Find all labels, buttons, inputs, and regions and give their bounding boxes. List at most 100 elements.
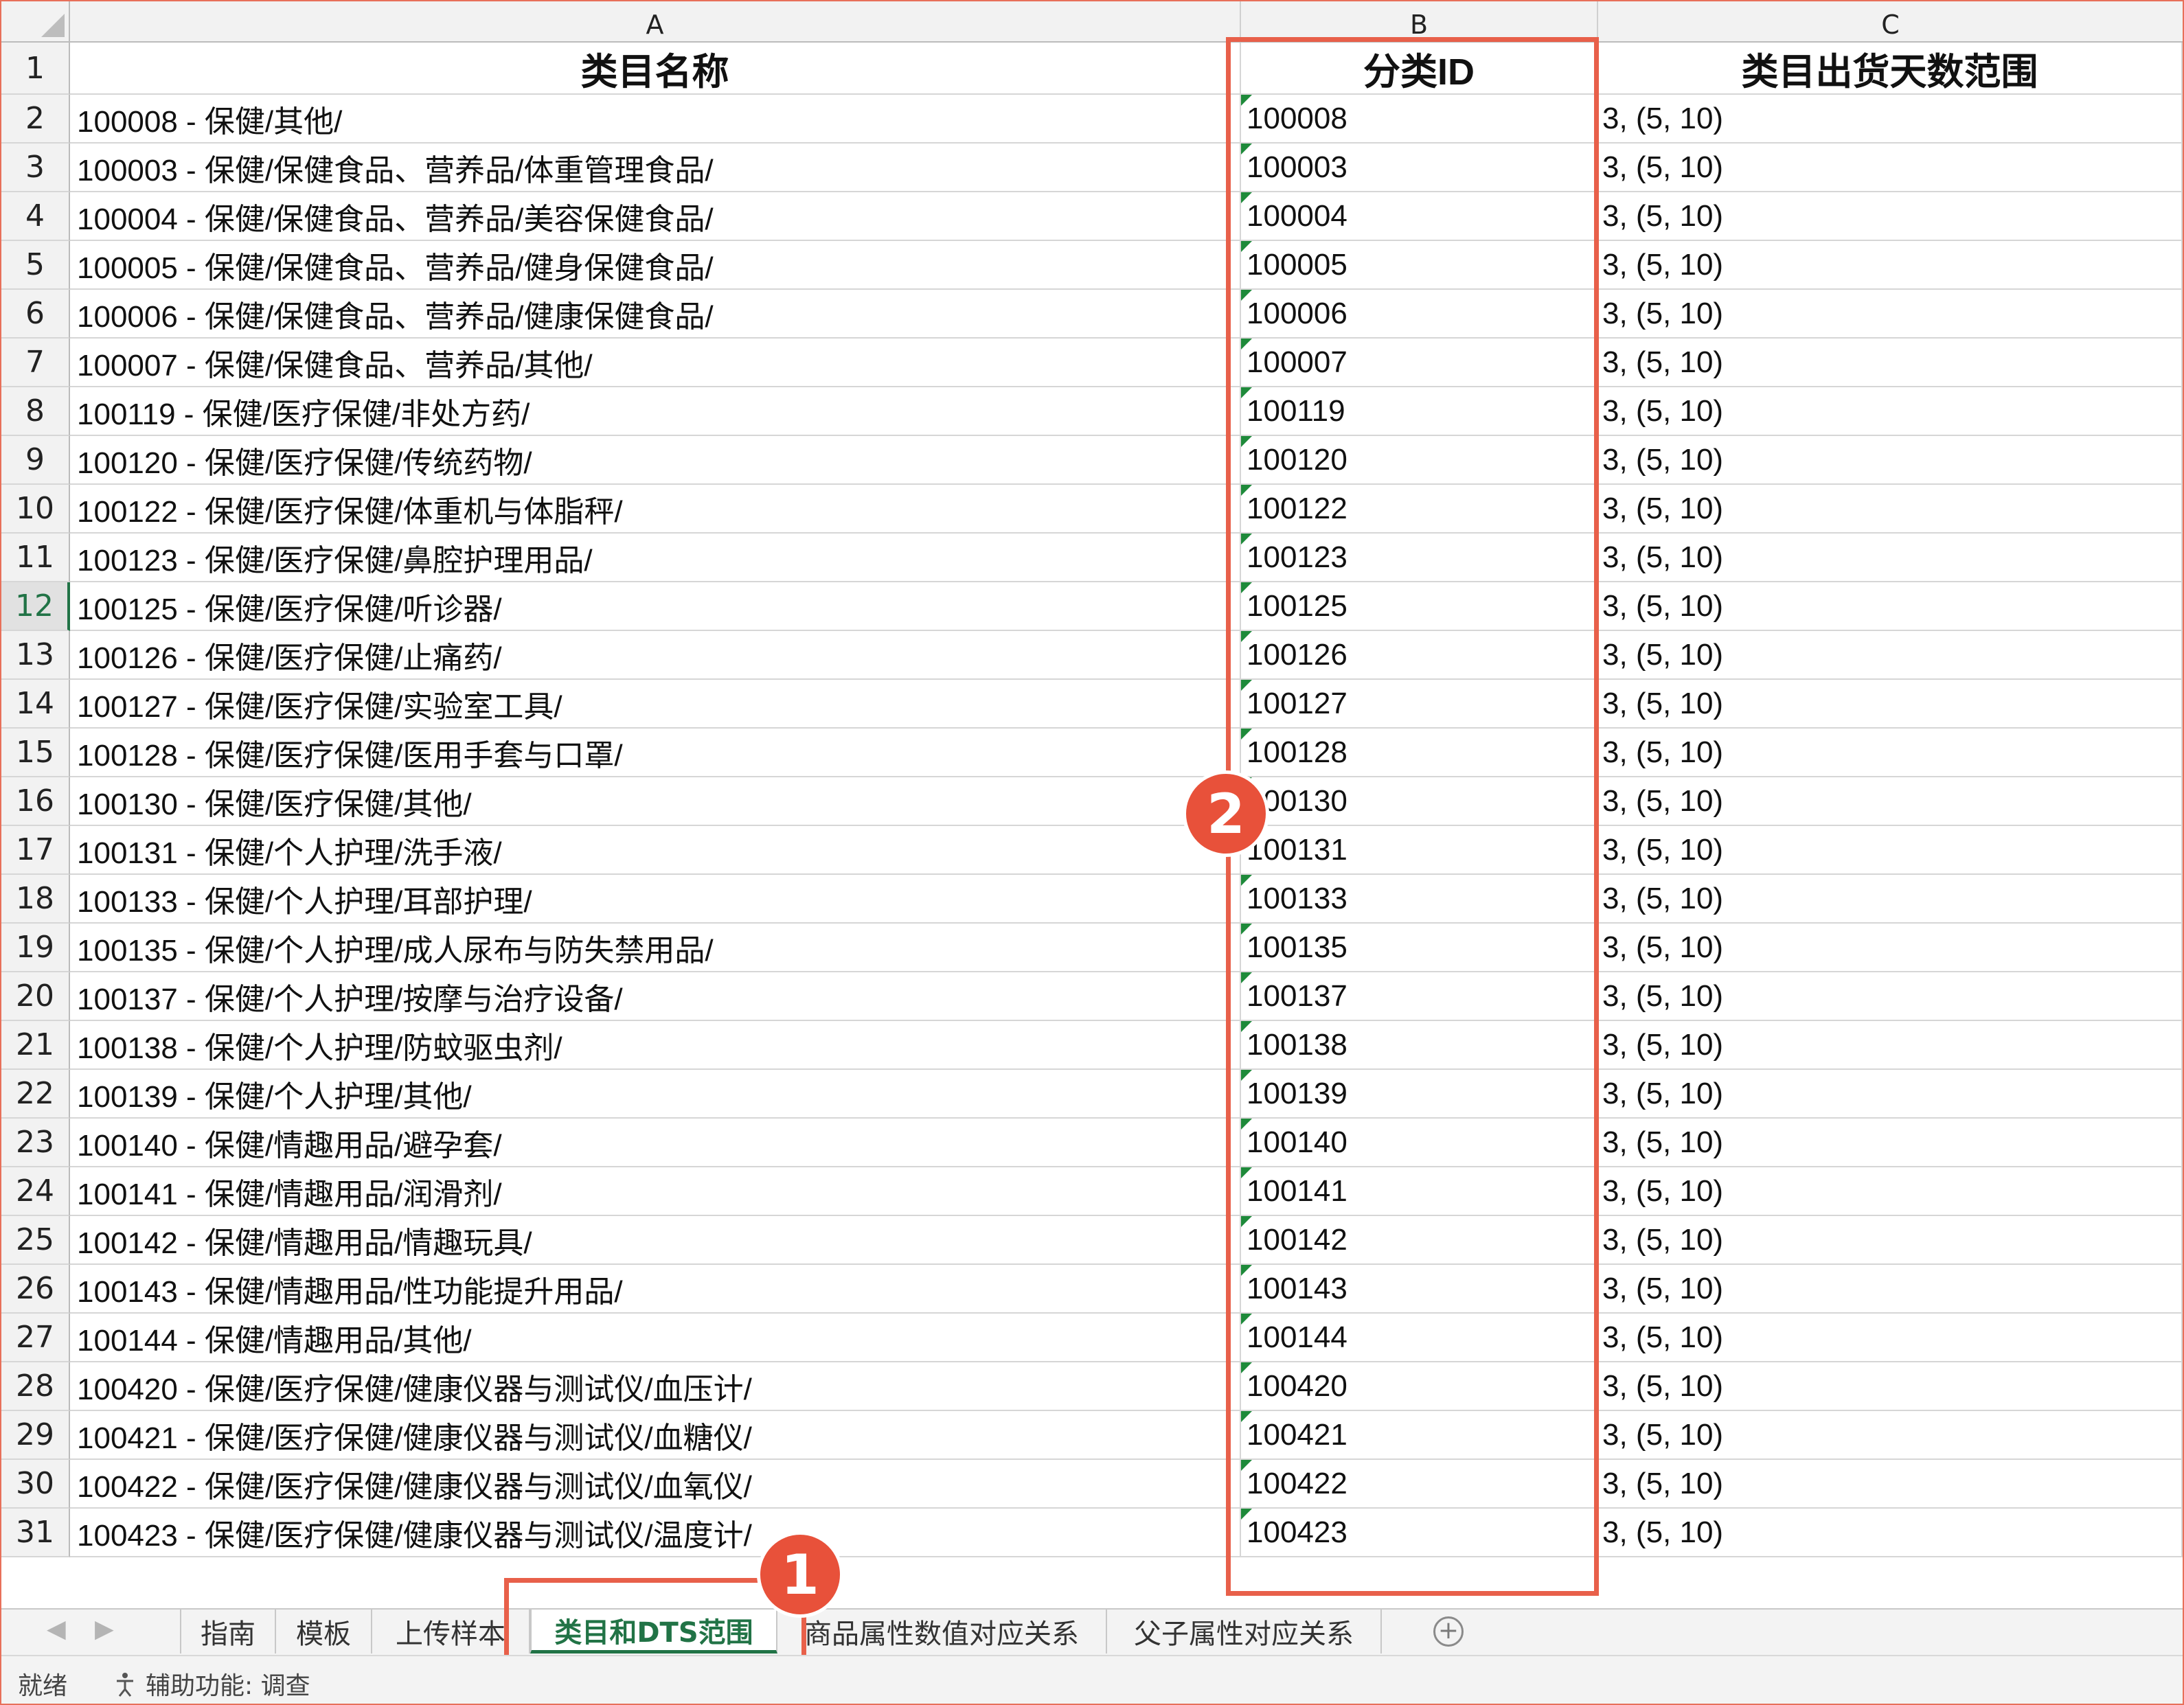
cell-dts-range[interactable]: 3, (5, 10) bbox=[1598, 1021, 2183, 1070]
cell-dts-range[interactable]: 3, (5, 10) bbox=[1598, 680, 2183, 729]
cell-category-id[interactable]: 100135 bbox=[1241, 924, 1598, 972]
cell-category-name[interactable]: 100143 - 保健/情趣用品/性功能提升用品/ bbox=[70, 1265, 1241, 1314]
row-number[interactable]: 6 bbox=[1, 290, 70, 339]
cell-dts-range[interactable]: 3, (5, 10) bbox=[1598, 875, 2183, 924]
cell-category-id[interactable]: 100123 bbox=[1241, 534, 1598, 582]
cell-category-id[interactable]: 100003 bbox=[1241, 144, 1598, 192]
column-header-c[interactable]: C bbox=[1598, 1, 2183, 43]
header-cell-dts-range[interactable]: 类目出货天数范围 bbox=[1598, 43, 2183, 95]
tab-guide[interactable]: 指南 bbox=[180, 1610, 276, 1653]
cell-dts-range[interactable]: 3, (5, 10) bbox=[1598, 241, 2183, 290]
cell-category-id[interactable]: 100005 bbox=[1241, 241, 1598, 290]
cell-dts-range[interactable]: 3, (5, 10) bbox=[1598, 1460, 2183, 1509]
cell-category-name[interactable]: 100127 - 保健/医疗保健/实验室工具/ bbox=[70, 680, 1241, 729]
cell-dts-range[interactable]: 3, (5, 10) bbox=[1598, 436, 2183, 485]
row-number[interactable]: 29 bbox=[1, 1411, 70, 1460]
cell-category-name[interactable]: 100138 - 保健/个人护理/防蚊驱虫剂/ bbox=[70, 1021, 1241, 1070]
row-number[interactable]: 14 bbox=[1, 680, 70, 729]
column-header-b[interactable]: B bbox=[1241, 1, 1598, 43]
cell-dts-range[interactable]: 3, (5, 10) bbox=[1598, 1119, 2183, 1167]
cell-category-name[interactable]: 100140 - 保健/情趣用品/避孕套/ bbox=[70, 1119, 1241, 1167]
cell-category-id[interactable]: 100140 bbox=[1241, 1119, 1598, 1167]
cell-category-name[interactable]: 100122 - 保健/医疗保健/体重机与体脂秤/ bbox=[70, 485, 1241, 534]
row-number[interactable]: 23 bbox=[1, 1119, 70, 1167]
cell-category-id[interactable]: 100137 bbox=[1241, 972, 1598, 1021]
cell-category-id[interactable]: 100122 bbox=[1241, 485, 1598, 534]
cell-dts-range[interactable]: 3, (5, 10) bbox=[1598, 729, 2183, 777]
row-number[interactable]: 1 bbox=[1, 43, 70, 95]
cell-category-name[interactable]: 100128 - 保健/医疗保健/医用手套与口罩/ bbox=[70, 729, 1241, 777]
cell-category-id[interactable]: 100131 bbox=[1241, 826, 1598, 875]
row-number[interactable]: 24 bbox=[1, 1167, 70, 1216]
cell-dts-range[interactable]: 3, (5, 10) bbox=[1598, 95, 2183, 144]
row-number[interactable]: 25 bbox=[1, 1216, 70, 1265]
cell-category-id[interactable]: 100119 bbox=[1241, 387, 1598, 436]
row-number[interactable]: 17 bbox=[1, 826, 70, 875]
cell-category-name[interactable]: 100135 - 保健/个人护理/成人尿布与防失禁用品/ bbox=[70, 924, 1241, 972]
cell-category-id[interactable]: 100126 bbox=[1241, 631, 1598, 680]
cell-category-name[interactable]: 100139 - 保健/个人护理/其他/ bbox=[70, 1070, 1241, 1119]
cell-category-name[interactable]: 100144 - 保健/情趣用品/其他/ bbox=[70, 1314, 1241, 1362]
select-all-corner[interactable] bbox=[1, 1, 70, 43]
row-number[interactable]: 21 bbox=[1, 1021, 70, 1070]
tab-attribute-values[interactable]: 商品属性数值对应关系 bbox=[777, 1610, 1107, 1653]
cell-dts-range[interactable]: 3, (5, 10) bbox=[1598, 1167, 2183, 1216]
cell-category-name[interactable]: 100422 - 保健/医疗保健/健康仪器与测试仪/血氧仪/ bbox=[70, 1460, 1241, 1509]
cell-category-id[interactable]: 100008 bbox=[1241, 95, 1598, 144]
cell-category-name[interactable]: 100003 - 保健/保健食品、营养品/体重管理食品/ bbox=[70, 144, 1241, 192]
row-number[interactable]: 16 bbox=[1, 777, 70, 826]
cell-dts-range[interactable]: 3, (5, 10) bbox=[1598, 485, 2183, 534]
tab-upload-sample[interactable]: 上传样本 bbox=[372, 1610, 530, 1653]
cell-category-id[interactable]: 100143 bbox=[1241, 1265, 1598, 1314]
cell-category-name[interactable]: 100005 - 保健/保健食品、营养品/健身保健食品/ bbox=[70, 241, 1241, 290]
row-number[interactable]: 2 bbox=[1, 95, 70, 144]
cell-dts-range[interactable]: 3, (5, 10) bbox=[1598, 1070, 2183, 1119]
row-number[interactable]: 27 bbox=[1, 1314, 70, 1362]
cell-dts-range[interactable]: 3, (5, 10) bbox=[1598, 777, 2183, 826]
cell-category-name[interactable]: 100119 - 保健/医疗保健/非处方药/ bbox=[70, 387, 1241, 436]
tab-category-dts[interactable]: 类目和DTS范围 bbox=[530, 1610, 777, 1653]
cell-category-id[interactable]: 100133 bbox=[1241, 875, 1598, 924]
header-cell-category-id[interactable]: 分类ID bbox=[1241, 43, 1598, 95]
row-number[interactable]: 26 bbox=[1, 1265, 70, 1314]
cell-category-id[interactable]: 100423 bbox=[1241, 1509, 1598, 1557]
cell-category-id[interactable]: 100120 bbox=[1241, 436, 1598, 485]
cell-category-name[interactable]: 100126 - 保健/医疗保健/止痛药/ bbox=[70, 631, 1241, 680]
cell-category-id[interactable]: 100127 bbox=[1241, 680, 1598, 729]
cell-category-name[interactable]: 100131 - 保健/个人护理/洗手液/ bbox=[70, 826, 1241, 875]
row-number[interactable]: 9 bbox=[1, 436, 70, 485]
tab-template[interactable]: 模板 bbox=[276, 1610, 372, 1653]
row-number[interactable]: 12 bbox=[1, 582, 70, 631]
cell-dts-range[interactable]: 3, (5, 10) bbox=[1598, 826, 2183, 875]
row-number[interactable]: 30 bbox=[1, 1460, 70, 1509]
row-number[interactable]: 8 bbox=[1, 387, 70, 436]
row-number[interactable]: 28 bbox=[1, 1362, 70, 1411]
accessibility-status[interactable]: 辅助功能: 调查 bbox=[111, 1666, 310, 1702]
cell-category-id[interactable]: 100139 bbox=[1241, 1070, 1598, 1119]
cell-dts-range[interactable]: 3, (5, 10) bbox=[1598, 387, 2183, 436]
cell-category-name[interactable]: 100137 - 保健/个人护理/按摩与治疗设备/ bbox=[70, 972, 1241, 1021]
cell-category-name[interactable]: 100123 - 保健/医疗保健/鼻腔护理用品/ bbox=[70, 534, 1241, 582]
cell-category-id[interactable]: 100125 bbox=[1241, 582, 1598, 631]
cell-category-name[interactable]: 100421 - 保健/医疗保健/健康仪器与测试仪/血糖仪/ bbox=[70, 1411, 1241, 1460]
row-number[interactable]: 10 bbox=[1, 485, 70, 534]
tab-parent-child[interactable]: 父子属性对应关系 bbox=[1107, 1610, 1382, 1653]
cell-category-id[interactable]: 100422 bbox=[1241, 1460, 1598, 1509]
cell-category-name[interactable]: 100423 - 保健/医疗保健/健康仪器与测试仪/温度计/ bbox=[70, 1509, 1241, 1557]
cell-dts-range[interactable]: 3, (5, 10) bbox=[1598, 290, 2183, 339]
row-number[interactable]: 15 bbox=[1, 729, 70, 777]
cell-dts-range[interactable]: 3, (5, 10) bbox=[1598, 1314, 2183, 1362]
cell-category-name[interactable]: 100120 - 保健/医疗保健/传统药物/ bbox=[70, 436, 1241, 485]
row-number[interactable]: 18 bbox=[1, 875, 70, 924]
cell-category-name[interactable]: 100008 - 保健/其他/ bbox=[70, 95, 1241, 144]
cell-category-name[interactable]: 100133 - 保健/个人护理/耳部护理/ bbox=[70, 875, 1241, 924]
cell-dts-range[interactable]: 3, (5, 10) bbox=[1598, 1362, 2183, 1411]
cell-dts-range[interactable]: 3, (5, 10) bbox=[1598, 339, 2183, 387]
row-number[interactable]: 31 bbox=[1, 1509, 70, 1557]
cell-dts-range[interactable]: 3, (5, 10) bbox=[1598, 1265, 2183, 1314]
cell-dts-range[interactable]: 3, (5, 10) bbox=[1598, 972, 2183, 1021]
cell-dts-range[interactable]: 3, (5, 10) bbox=[1598, 631, 2183, 680]
cell-dts-range[interactable]: 3, (5, 10) bbox=[1598, 192, 2183, 241]
cell-category-name[interactable]: 100125 - 保健/医疗保健/听诊器/ bbox=[70, 582, 1241, 631]
row-number[interactable]: 4 bbox=[1, 192, 70, 241]
